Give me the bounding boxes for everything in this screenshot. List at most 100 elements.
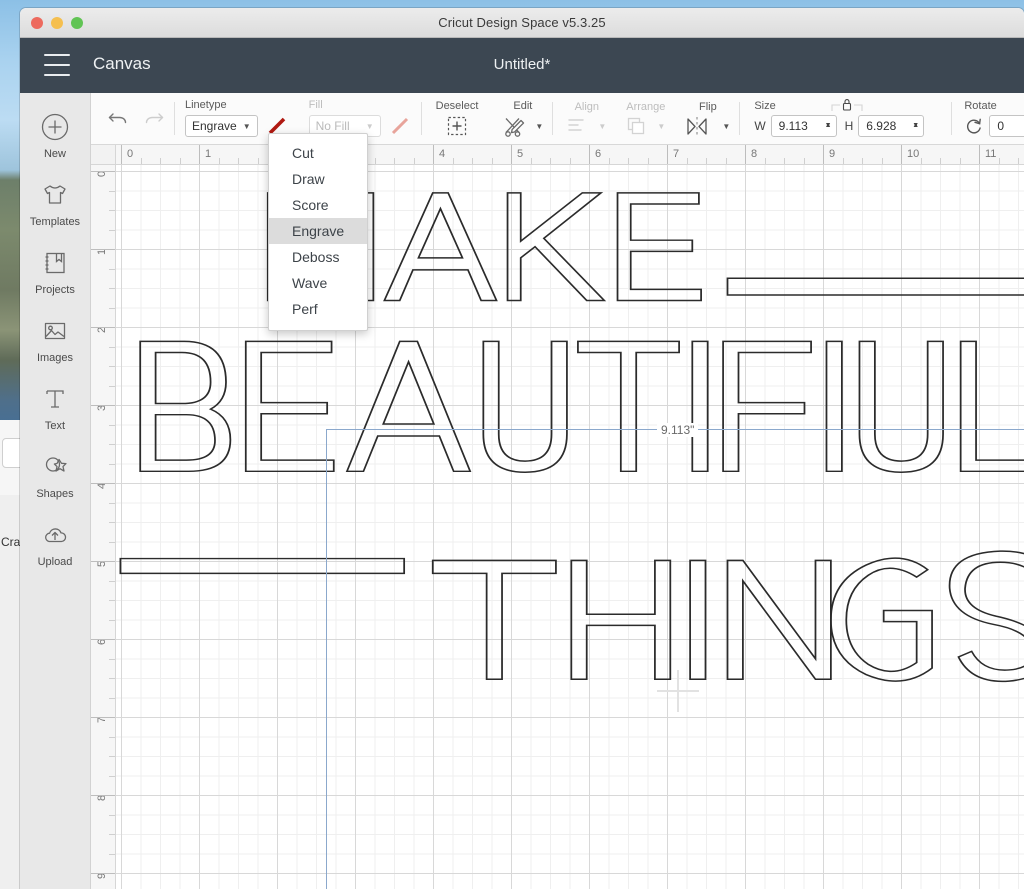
ruler-h-major-tick <box>901 145 902 164</box>
sidebar-label-text: Text <box>44 420 66 432</box>
linetype-option-cut[interactable]: Cut <box>269 140 367 166</box>
ruler-v-minor-tick <box>109 268 115 270</box>
linetype-option-perf[interactable]: Perf <box>269 296 367 322</box>
ruler-v-major-tick <box>91 873 115 874</box>
sidebar-item-templates[interactable]: Templates <box>20 169 90 237</box>
flip-group: Flip ▼ <box>675 93 741 144</box>
height-prefix: H <box>844 119 854 133</box>
linetype-option-draw[interactable]: Draw <box>269 166 367 192</box>
ruler-v-minor-tick <box>109 619 115 621</box>
linetype-option-deboss[interactable]: Deboss <box>269 244 367 270</box>
page-title[interactable]: Untitled* <box>20 56 1024 73</box>
ruler-v-minor-tick <box>109 288 115 289</box>
sidebar-item-new[interactable]: New <box>20 101 90 169</box>
size-label: Size <box>754 100 776 112</box>
ruler-corner <box>91 145 116 165</box>
linetype-option-wave[interactable]: Wave <box>269 270 367 296</box>
rotate-cw-icon[interactable] <box>964 116 984 136</box>
sidebar-label-shapes: Shapes <box>36 488 74 500</box>
undo-arrow-icon[interactable] <box>107 109 129 129</box>
sidebar-item-projects[interactable]: Projects <box>20 237 90 305</box>
ruler-v-major-tick <box>91 483 115 484</box>
chevron-down-icon: ▼ <box>365 121 374 131</box>
ruler-v-minor-tick <box>109 697 115 699</box>
ruler-v-minor-tick <box>109 346 115 348</box>
ruler-h-minor-tick <box>784 158 785 164</box>
book-bookmark-icon <box>38 246 72 280</box>
sidebar-label-images: Images <box>36 352 74 364</box>
horizontal-ruler[interactable]: 01234567891011 <box>116 145 1024 165</box>
ruler-h-minor-tick <box>842 158 844 164</box>
ruler-h-minor-tick <box>569 158 571 164</box>
deselect-group: Deselect <box>422 93 489 144</box>
selection-bounding-box[interactable] <box>326 429 1024 889</box>
canvas-area: 01234567891011 0123456789 <box>91 145 1024 889</box>
linetype-label: Linetype <box>185 99 227 111</box>
align-left-icon[interactable]: ▼ <box>567 116 606 136</box>
sidebar-item-upload[interactable]: Upload <box>20 509 90 577</box>
width-prefix: W <box>754 119 766 133</box>
ruler-v-minor-tick <box>109 775 115 777</box>
ruler-v-minor-tick <box>109 463 115 465</box>
ruler-v-minor-tick <box>109 678 115 679</box>
chevron-down-icon: ▼ <box>535 121 544 131</box>
scissors-pen-icon[interactable]: ▼ <box>502 115 543 138</box>
ruler-h-minor-tick <box>491 158 493 164</box>
ruler-v-minor-tick <box>109 658 115 660</box>
arrange-group: Arrange ▼ <box>616 93 675 144</box>
linetype-select[interactable]: Engrave ▼ <box>185 115 258 137</box>
plus-circle-icon <box>38 110 72 144</box>
sidebar-label-projects: Projects <box>35 284 75 296</box>
size-group: Size W ▲▼ <box>740 93 953 144</box>
edit-group: Edit ▼ <box>488 93 554 144</box>
ruler-h-minor-tick <box>238 158 239 164</box>
align-label: Align <box>574 101 600 113</box>
ruler-h-minor-tick <box>920 158 922 164</box>
ruler-h-major-tick <box>121 145 122 164</box>
ruler-h-minor-tick <box>140 158 142 164</box>
ruler-v-minor-tick <box>109 541 115 543</box>
ruler-h-minor-tick <box>218 158 220 164</box>
rotate-field[interactable]: ▲▼ <box>989 115 1024 137</box>
ruler-v-major-tick <box>91 639 115 640</box>
fill-value: No Fill <box>315 119 350 133</box>
chevron-down-icon: ▼ <box>657 121 666 131</box>
design-grid[interactable]: 9.113" 6.928" <box>116 165 1024 889</box>
height-field[interactable]: ▲▼ <box>858 115 925 137</box>
vertical-ruler[interactable]: 0123456789 <box>91 165 116 889</box>
ruler-h-minor-tick <box>160 158 161 164</box>
lock-closed-icon[interactable] <box>830 97 864 118</box>
linetype-option-score[interactable]: Score <box>269 192 367 218</box>
rotate-input[interactable] <box>997 119 1024 133</box>
ruler-h-minor-tick <box>803 158 805 164</box>
ruler-h-minor-tick <box>706 158 707 164</box>
ruler-v-minor-tick <box>109 834 115 835</box>
ruler-v-major-tick <box>91 795 115 796</box>
flip-horizontal-icon[interactable]: ▼ <box>685 116 730 137</box>
width-field[interactable]: ▲▼ <box>770 115 837 137</box>
sidebar-item-shapes[interactable]: Shapes <box>20 441 90 509</box>
rotate-group: Rotate ▲▼ <box>952 93 1024 144</box>
window-title: Cricut Design Space v5.3.25 <box>438 15 606 30</box>
linetype-dropdown-menu[interactable]: Cut Draw Score Engrave Deboss Wave Perf <box>268 133 368 331</box>
ruler-v-major-tick <box>91 171 115 172</box>
align-group: Align ▼ <box>553 93 616 144</box>
dashed-square-plus-icon[interactable] <box>445 115 469 138</box>
height-input[interactable] <box>866 119 911 133</box>
ruler-v-minor-tick <box>109 814 115 816</box>
ruler-h-major-tick <box>589 145 590 164</box>
ruler-h-minor-tick <box>998 158 1000 164</box>
width-input[interactable] <box>778 119 823 133</box>
fill-stroke-swatch[interactable] <box>388 114 412 138</box>
fill-label: Fill <box>308 99 323 111</box>
app-body: New Templates Projects Images Text Shape… <box>20 93 1024 889</box>
picture-icon <box>38 314 72 348</box>
ruler-v-minor-tick <box>109 444 115 445</box>
linetype-option-engrave[interactable]: Engrave <box>269 218 367 244</box>
ruler-v-minor-tick <box>109 307 115 309</box>
sidebar-item-text[interactable]: Text <box>20 373 90 441</box>
ruler-h-minor-tick <box>1018 158 1019 164</box>
layers-icon[interactable]: ▼ <box>626 116 665 137</box>
sidebar-item-images[interactable]: Images <box>20 305 90 373</box>
redo-arrow-icon[interactable] <box>143 109 165 129</box>
